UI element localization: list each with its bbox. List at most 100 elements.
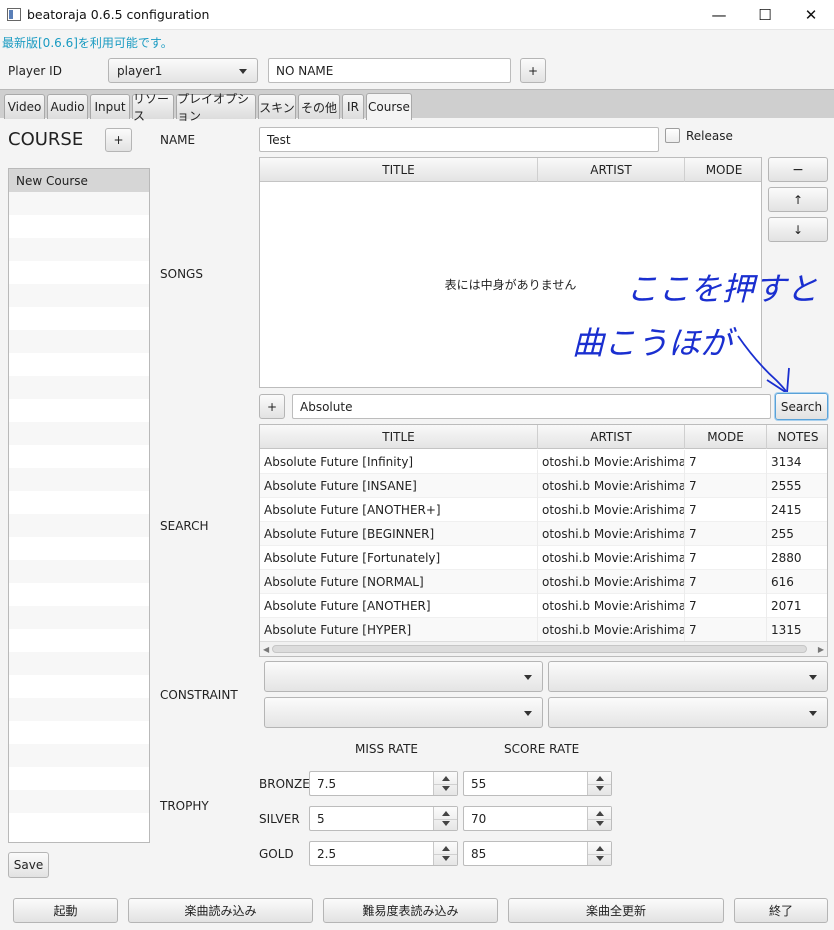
spinner-buttons[interactable] xyxy=(433,842,457,865)
silver-miss-rate-stepper[interactable]: 5 xyxy=(309,806,458,831)
chevron-up-icon[interactable] xyxy=(442,776,450,781)
trophy-label: TROPHY xyxy=(160,799,209,813)
launch-button[interactable]: 起動 xyxy=(13,898,118,923)
chevron-up-icon[interactable] xyxy=(596,811,604,816)
tab-resource[interactable]: リソース xyxy=(132,92,174,123)
tab-other[interactable]: その他 xyxy=(298,94,340,119)
cell-notes: 2415 xyxy=(767,498,827,522)
cell-notes: 2071 xyxy=(767,594,827,618)
cell-mode: 7 xyxy=(685,498,767,522)
search-results-table[interactable]: TITLE ARTIST MODE NOTES Absolute Future … xyxy=(259,424,828,657)
table-row[interactable]: Absolute Future [ANOTHER+] otoshi.b Movi… xyxy=(260,498,827,522)
update-notice[interactable]: 最新版[0.6.6]を利用可能です。 xyxy=(2,34,173,51)
annotation-arrow xyxy=(737,335,787,392)
scroll-left-icon[interactable]: ◀ xyxy=(263,645,269,654)
chevron-down-icon[interactable] xyxy=(442,786,450,791)
column-header-mode[interactable]: MODE xyxy=(685,158,761,182)
table-row[interactable]: Absolute Future [Fortunately] otoshi.b M… xyxy=(260,546,827,570)
list-item[interactable]: New Course xyxy=(9,169,149,192)
cell-notes: 3134 xyxy=(767,450,827,474)
cell-title: Absolute Future [ANOTHER+] xyxy=(260,498,538,522)
constraint-select-1[interactable] xyxy=(264,661,543,692)
column-header-title[interactable]: TITLE xyxy=(260,158,538,182)
horizontal-scrollbar[interactable]: ◀ ▶ xyxy=(260,641,827,656)
name-label: NAME xyxy=(160,133,196,147)
chevron-down-icon xyxy=(809,674,817,680)
exit-button[interactable]: 終了 xyxy=(734,898,828,923)
bronze-miss-rate-stepper[interactable]: 7.5 xyxy=(309,771,458,796)
bronze-miss-rate-value: 7.5 xyxy=(317,776,337,791)
column-header-artist[interactable]: ARTIST xyxy=(538,158,685,182)
chevron-down-icon[interactable] xyxy=(442,856,450,861)
spinner-buttons[interactable] xyxy=(587,772,611,795)
tab-skin[interactable]: スキン xyxy=(258,94,296,119)
scroll-right-icon[interactable]: ▶ xyxy=(818,645,824,654)
load-songs-button[interactable]: 楽曲読み込み xyxy=(128,898,313,923)
chevron-up-icon[interactable] xyxy=(442,846,450,851)
constraint-select-3[interactable] xyxy=(264,697,543,728)
remove-song-button[interactable]: − xyxy=(768,157,828,182)
column-header-mode[interactable]: MODE xyxy=(685,425,767,449)
spinner-buttons[interactable] xyxy=(587,842,611,865)
add-course-button[interactable]: + xyxy=(105,128,132,152)
chevron-up-icon[interactable] xyxy=(442,811,450,816)
spinner-buttons[interactable] xyxy=(433,807,457,830)
chevron-up-icon[interactable] xyxy=(596,846,604,851)
close-icon[interactable]: ✕ xyxy=(788,0,834,30)
chevron-down-icon[interactable] xyxy=(596,856,604,861)
tab-video[interactable]: Video xyxy=(4,94,45,119)
load-difficulty-table-button[interactable]: 難易度表読み込み xyxy=(323,898,498,923)
gold-score-rate-stepper[interactable]: 85 xyxy=(463,841,612,866)
cell-notes: 2880 xyxy=(767,546,827,570)
chevron-down-icon[interactable] xyxy=(442,821,450,826)
cell-title: Absolute Future [ANOTHER] xyxy=(260,594,538,618)
player-id-select[interactable]: player1 xyxy=(108,58,258,83)
chevron-down-icon[interactable] xyxy=(596,786,604,791)
bronze-score-rate-stepper[interactable]: 55 xyxy=(463,771,612,796)
tab-ir[interactable]: IR xyxy=(342,94,364,119)
constraint-select-2[interactable] xyxy=(548,661,828,692)
silver-score-rate-stepper[interactable]: 70 xyxy=(463,806,612,831)
spinner-buttons[interactable] xyxy=(587,807,611,830)
miss-rate-header: MISS RATE xyxy=(355,742,418,756)
save-button[interactable]: Save xyxy=(8,852,49,878)
maximize-icon[interactable]: ☐ xyxy=(742,0,788,30)
table-row[interactable]: Absolute Future [HYPER] otoshi.b Movie:A… xyxy=(260,618,827,642)
chevron-down-icon[interactable] xyxy=(596,821,604,826)
gold-score-rate-value: 85 xyxy=(471,846,487,861)
tab-audio[interactable]: Audio xyxy=(47,94,88,119)
move-up-button[interactable]: ↑ xyxy=(768,187,828,212)
release-checkbox[interactable] xyxy=(665,128,680,143)
column-header-title[interactable]: TITLE xyxy=(260,425,538,449)
constraint-select-4[interactable] xyxy=(548,697,828,728)
chevron-up-icon[interactable] xyxy=(596,776,604,781)
table-row[interactable]: Absolute Future [NORMAL] otoshi.b Movie:… xyxy=(260,570,827,594)
minimize-icon[interactable]: — xyxy=(696,0,742,30)
course-name-field[interactable]: Test xyxy=(259,127,659,152)
column-header-artist[interactable]: ARTIST xyxy=(538,425,685,449)
update-all-songs-button[interactable]: 楽曲全更新 xyxy=(508,898,724,923)
search-button[interactable]: Search xyxy=(775,393,828,420)
search-label: SEARCH xyxy=(160,519,209,533)
search-input[interactable]: Absolute xyxy=(292,394,771,419)
course-list[interactable]: New Course xyxy=(8,168,150,843)
score-rate-header: SCORE RATE xyxy=(504,742,580,756)
tab-play-option[interactable]: プレイオプション xyxy=(176,92,256,123)
add-player-button[interactable]: + xyxy=(520,58,546,83)
cell-mode: 7 xyxy=(685,546,767,570)
move-down-button[interactable]: ↓ xyxy=(768,217,828,242)
gold-miss-rate-stepper[interactable]: 2.5 xyxy=(309,841,458,866)
tab-course[interactable]: Course xyxy=(366,93,412,120)
scrollbar-thumb[interactable] xyxy=(272,645,807,653)
add-song-button[interactable]: + xyxy=(259,394,285,419)
table-row[interactable]: Absolute Future [BEGINNER] otoshi.b Movi… xyxy=(260,522,827,546)
table-row[interactable]: Absolute Future [Infinity] otoshi.b Movi… xyxy=(260,450,827,474)
table-row[interactable]: Absolute Future [INSANE] otoshi.b Movie:… xyxy=(260,474,827,498)
column-header-notes[interactable]: NOTES xyxy=(767,425,827,449)
table-row[interactable]: Absolute Future [ANOTHER] otoshi.b Movie… xyxy=(260,594,827,618)
cell-mode: 7 xyxy=(685,474,767,498)
annotation-line-1: ここを押すと xyxy=(626,270,818,308)
spinner-buttons[interactable] xyxy=(433,772,457,795)
player-name-field[interactable]: NO NAME xyxy=(268,58,511,83)
tab-input[interactable]: Input xyxy=(90,94,130,119)
